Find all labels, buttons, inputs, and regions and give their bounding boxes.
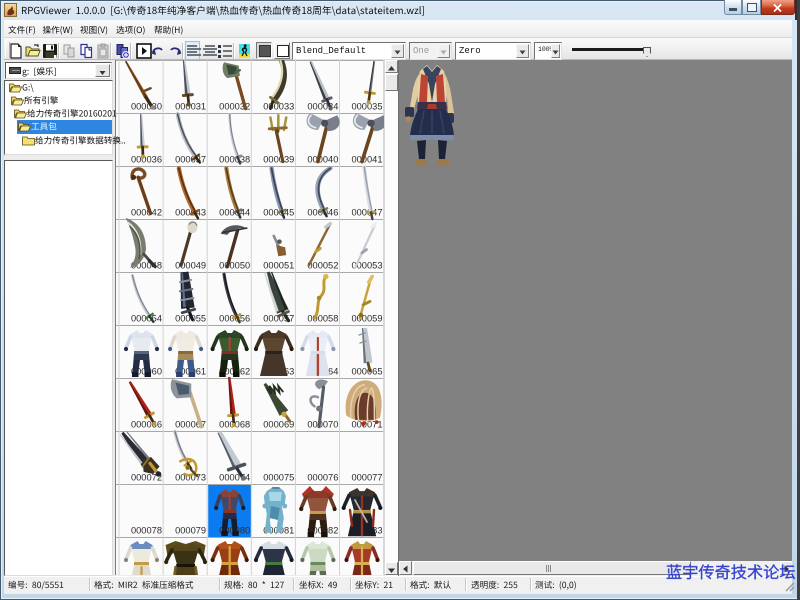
svg-text:000058: 000058 bbox=[307, 314, 338, 324]
svg-text:000030: 000030 bbox=[131, 102, 162, 112]
svg-text:000037: 000037 bbox=[175, 155, 206, 165]
svg-text:000052: 000052 bbox=[307, 261, 338, 271]
svg-text:000075: 000075 bbox=[263, 473, 294, 483]
svg-text:000076: 000076 bbox=[307, 473, 338, 483]
svg-text:000036: 000036 bbox=[131, 155, 162, 165]
svg-text:000066: 000066 bbox=[131, 420, 162, 430]
svg-text:000042: 000042 bbox=[131, 208, 162, 218]
svg-text:000078: 000078 bbox=[131, 526, 162, 536]
svg-text:000041: 000041 bbox=[351, 155, 382, 165]
svg-text:000050: 000050 bbox=[219, 261, 250, 271]
svg-text:000070: 000070 bbox=[307, 420, 338, 430]
svg-text:000065: 000065 bbox=[351, 367, 382, 377]
svg-text:000079: 000079 bbox=[175, 526, 206, 536]
svg-text:000039: 000039 bbox=[263, 155, 294, 165]
svg-text:000031: 000031 bbox=[175, 102, 206, 112]
svg-text:000040: 000040 bbox=[307, 155, 338, 165]
svg-text:000077: 000077 bbox=[351, 473, 382, 483]
svg-text:000059: 000059 bbox=[351, 314, 382, 324]
svg-text:000034: 000034 bbox=[307, 102, 338, 112]
svg-text:000051: 000051 bbox=[263, 261, 294, 271]
